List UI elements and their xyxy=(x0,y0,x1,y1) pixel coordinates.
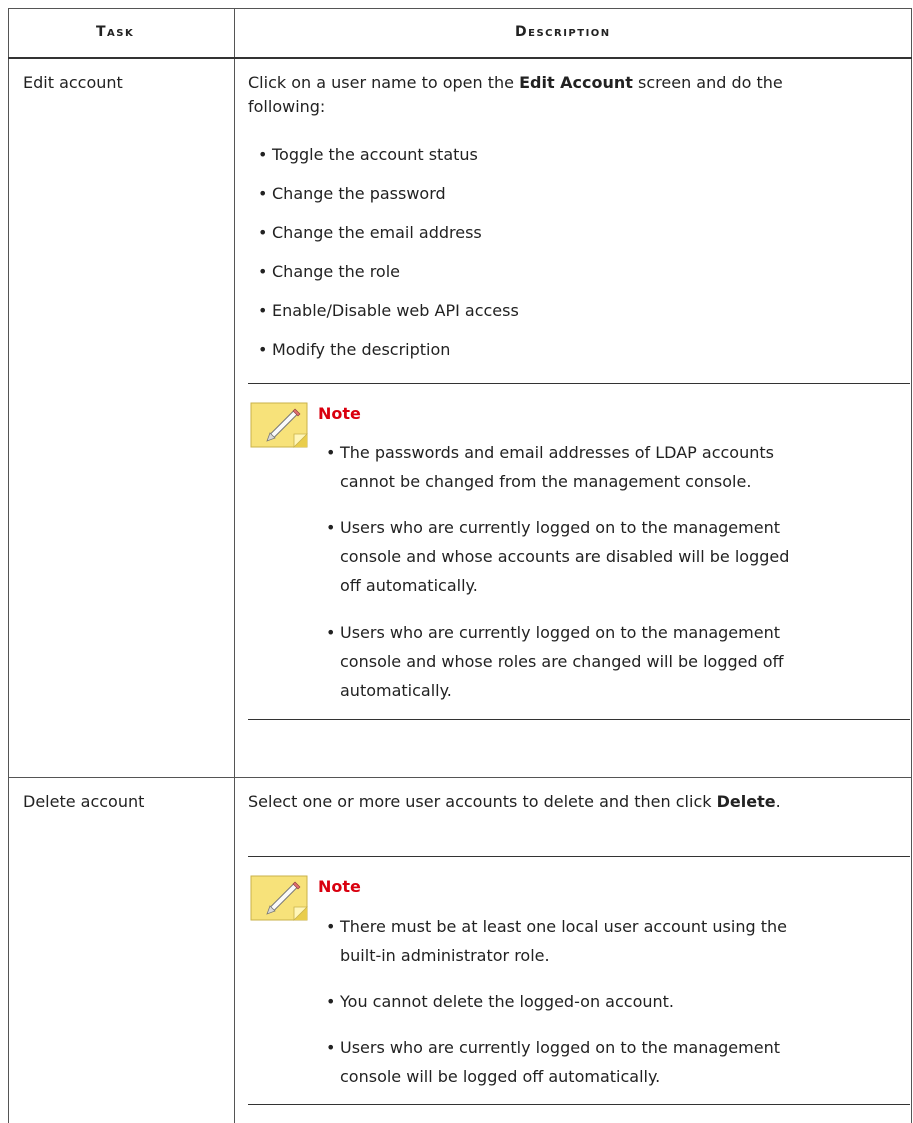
note-rule-top xyxy=(248,856,910,857)
note-title: Note xyxy=(318,404,361,423)
edit-account-intro: Click on a user name to open the Edit Ac… xyxy=(248,73,783,92)
table-border-top xyxy=(8,8,912,9)
list-item: • Enable/Disable web API access xyxy=(258,301,519,320)
header-description: Description xyxy=(515,24,611,40)
note-pencil-icon xyxy=(250,875,308,921)
note-rule-bottom xyxy=(248,1104,910,1105)
list-item: • Users who are currently logged on to th… xyxy=(326,623,780,642)
note-rule-top xyxy=(248,383,910,384)
list-item: • Users who are currently logged on to th… xyxy=(326,1038,780,1057)
note-title: Note xyxy=(318,877,361,896)
table-border-left xyxy=(8,8,9,1123)
edit-account-screen-name: Edit Account xyxy=(519,73,633,92)
document-page: Task Description Edit account Click on a… xyxy=(0,0,913,1123)
delete-account-intro: Select one or more user accounts to dele… xyxy=(248,792,781,811)
list-item: • Modify the description xyxy=(258,340,451,359)
list-item-cont: built-in administrator role. xyxy=(340,946,550,965)
list-item-cont: console and whose accounts are disabled … xyxy=(340,547,790,566)
table-border-right xyxy=(911,8,912,1123)
edit-account-intro-cont: following: xyxy=(248,97,326,116)
list-item: • Toggle the account status xyxy=(258,145,478,164)
list-item: • There must be at least one local user a… xyxy=(326,917,787,936)
list-item: • Change the password xyxy=(258,184,446,203)
list-item-cont: console and whose roles are changed will… xyxy=(340,652,784,671)
delete-button-name: Delete xyxy=(716,792,776,811)
list-item: • Change the email address xyxy=(258,223,482,242)
list-item-cont: cannot be changed from the management co… xyxy=(340,472,752,491)
list-item-cont: automatically. xyxy=(340,681,452,700)
row-divider xyxy=(8,777,912,778)
list-item: • Change the role xyxy=(258,262,400,281)
note-pencil-icon xyxy=(250,402,308,448)
list-item: • Users who are currently logged on to th… xyxy=(326,518,780,537)
header-task: Task xyxy=(96,24,135,40)
list-item-cont: console will be logged off automatically… xyxy=(340,1067,661,1086)
table-column-divider xyxy=(234,8,235,1123)
task-delete-account: Delete account xyxy=(23,792,145,811)
task-edit-account: Edit account xyxy=(23,73,123,92)
table-header xyxy=(9,9,911,57)
header-divider xyxy=(8,57,912,59)
list-item: • You cannot delete the logged-on account… xyxy=(326,992,674,1011)
list-item: • The passwords and email addresses of LD… xyxy=(326,443,774,462)
note-rule-bottom xyxy=(248,719,910,720)
list-item-cont: off automatically. xyxy=(340,576,478,595)
